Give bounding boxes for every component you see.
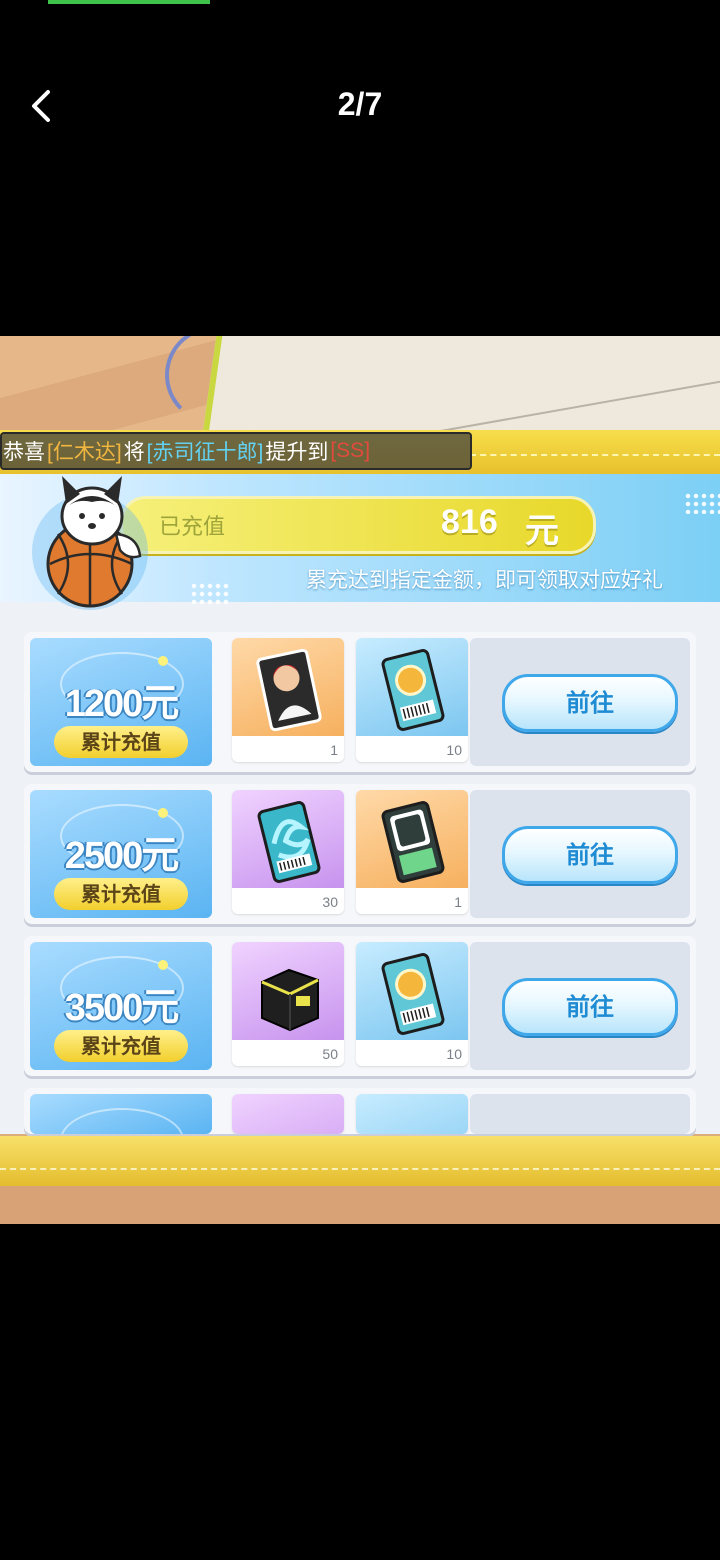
bottom-dashed-line [0,1168,720,1170]
husky-mascot-icon [32,476,148,610]
tier-label: 累计充值 [54,1030,188,1062]
reward-background [356,1094,468,1134]
tier-label: 累计充值 [54,726,188,758]
marquee-level: [SS] [330,439,371,462]
marquee-character: [赤司征十郎] [146,441,264,464]
recharge-panel: 已充值 816 元 累充达到指定金额，即可领取对应好礼 1200元 累计充值 1… [0,474,720,1134]
reward-count: 1 [330,742,338,758]
tier-badge [30,1094,212,1134]
marquee-prefix: 恭喜 [3,441,45,464]
ticket-card-icon [381,953,445,1035]
player-card-icon [256,648,322,732]
screenshot-image: 恭喜 [仁木达] 将 [赤司征十郎] 提升到 [SS] 已充值 816 元 累充… [0,336,720,1224]
tier-amount: 1200元 [64,683,180,725]
tier-row-partial [24,1088,696,1134]
reward-count: 50 [322,1046,338,1062]
marquee-suffix: 提升到 [265,441,329,464]
dashed-line [470,454,720,456]
reward-count: 10 [446,1046,462,1062]
tier-label: 累计充值 [54,878,188,910]
go-button[interactable]: 前往 [502,674,678,732]
status-accent-bar [48,0,210,4]
tier-dot [158,960,168,970]
wood-floor-bottom [0,1186,720,1224]
treasure-box-icon [261,968,319,1032]
tier-row: 3500元 累计充值 50 10 前往 [24,936,696,1076]
tier-badge: 3500元 累计充值 [30,942,212,1070]
dots-decoration [190,582,230,604]
charged-unit: 元 [525,511,559,551]
recharge-notice: 累充达到指定金额，即可领取对应好礼 [306,568,663,592]
go-button[interactable]: 前往 [502,978,678,1036]
coupon-card-icon [381,801,445,883]
reward-count: 30 [322,894,338,910]
page-counter: 2/7 [337,86,383,122]
marquee-verb: 将 [123,441,145,464]
bottom-yellow-strip [0,1136,720,1186]
tier-ring [60,1108,184,1134]
marquee-player: [仁木达] [47,441,122,464]
reward-item[interactable]: 50 [232,942,344,1066]
reward-item[interactable]: 10 [356,942,468,1066]
reward-item[interactable]: 10 [356,638,468,762]
tier-amount: 3500元 [64,987,180,1029]
reward-item [356,1094,468,1134]
reward-background [232,1094,344,1134]
reward-count: 10 [446,742,462,758]
charged-label: 已充值 [159,514,226,539]
charged-amount: 816 [441,503,498,541]
go-button[interactable]: 前往 [502,826,678,884]
reward-item[interactable]: 1 [356,790,468,914]
reward-item [232,1094,344,1134]
tier-dot [158,656,168,666]
charged-amount-pill: 已充值 816 元 [120,496,596,554]
swirl-card-icon [257,801,321,883]
tier-row: 2500元 累计充值 30 1 前往 [24,784,696,924]
action-area [470,1094,690,1134]
dots-decoration [684,492,720,514]
tier-dot [158,808,168,818]
tier-row: 1200元 累计充值 1 10 前往 [24,632,696,772]
tier-badge: 2500元 累计充值 [30,790,212,918]
tier-badge: 1200元 累计充值 [30,638,212,766]
ticket-card-icon [381,649,445,731]
reward-item[interactable]: 30 [232,790,344,914]
reward-item[interactable]: 1 [232,638,344,762]
reward-count: 1 [454,894,462,910]
recharge-header: 已充值 816 元 累充达到指定金额，即可领取对应好礼 [0,474,720,610]
tier-amount: 2500元 [64,835,180,877]
